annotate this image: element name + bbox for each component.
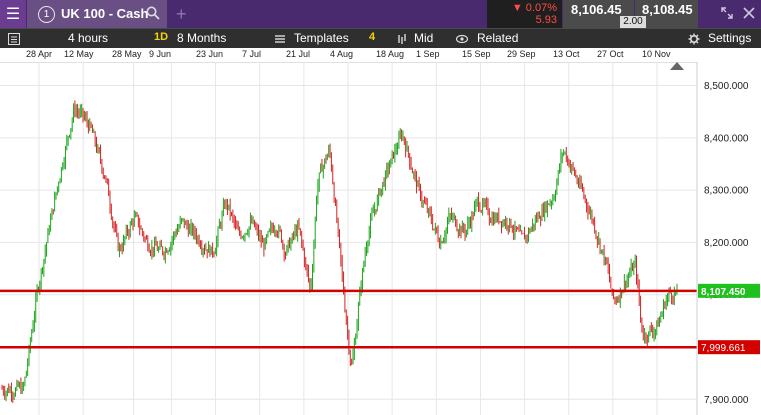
date-tick: 23 Jun	[196, 49, 224, 59]
range-selector[interactable]: 8 Months	[177, 31, 226, 45]
scroll-triangle-icon[interactable]	[670, 62, 684, 70]
date-tick: 9 Jun	[149, 49, 172, 59]
price-tick-label: 8,500.000	[704, 81, 749, 92]
search-icon[interactable]	[146, 6, 160, 20]
spread-badge: 2.00	[620, 16, 646, 28]
date-tick: 12 May	[64, 49, 94, 59]
expand-icon[interactable]	[720, 6, 734, 20]
change-value: 5.93	[535, 14, 557, 26]
level-price-label: 7,999.661	[701, 343, 746, 354]
close-icon[interactable]	[742, 6, 756, 20]
change-percent: ▼ 0.07%	[511, 2, 557, 14]
gear-icon[interactable]	[688, 33, 700, 45]
chart-list-icon[interactable]	[8, 33, 20, 45]
date-tick: 28 Apr	[26, 49, 53, 59]
plus-icon[interactable]: +	[176, 4, 187, 25]
hamburger-menu-icon[interactable]: ☰	[0, 0, 26, 28]
range-badge: 1D	[154, 31, 169, 43]
price-chart[interactable]: 7,900.0008,000.0008,100.0008,200.0008,30…	[0, 62, 761, 415]
chart-toolbar: 4 hours 1D 8 Months Templates 4 Mid Rela…	[0, 28, 761, 49]
date-axis: 28 Apr 12 May 28 May 9 Jun 23 Jun 7 Jul …	[0, 48, 761, 63]
templates-count-badge: 4	[369, 31, 376, 43]
eye-icon[interactable]	[456, 33, 468, 45]
related-button[interactable]: Related	[477, 31, 518, 45]
date-tick: 10 Nov	[642, 49, 671, 59]
date-tick: 13 Oct	[553, 49, 580, 59]
instrument-number: 1	[38, 6, 55, 23]
date-tick: 1 Sep	[416, 49, 440, 59]
price-tick-label: 7,900.000	[704, 395, 749, 406]
date-tick: 15 Sep	[462, 49, 491, 59]
chart-grid	[0, 62, 697, 415]
date-tick: 18 Aug	[376, 49, 405, 59]
price-type-selector[interactable]: Mid	[414, 31, 433, 45]
candlestick-series	[1, 100, 678, 403]
price-tick-label: 8,200.000	[704, 238, 749, 249]
instrument-name[interactable]: UK 100 - Cash	[61, 6, 148, 21]
sell-price: 8,106.45	[571, 2, 622, 17]
date-tick: 4 Aug	[330, 49, 354, 59]
interval-selector[interactable]: 4 hours	[68, 31, 108, 45]
current-price-label: 8,107.450	[701, 287, 746, 298]
date-tick: 7 Jul	[242, 49, 262, 59]
date-tick: 29 Sep	[507, 49, 536, 59]
templates-button[interactable]: Templates	[294, 31, 349, 45]
buy-price: 8,108.45	[642, 2, 693, 17]
top-bar: ☰ 1 UK 100 - Cash + ▼ 0.07% 5.93 8,106.4…	[0, 0, 761, 28]
price-axis: 7,900.0008,000.0008,100.0008,200.0008,30…	[696, 62, 761, 415]
date-tick: 28 May	[112, 49, 142, 59]
settings-button[interactable]: Settings	[708, 31, 751, 45]
price-tick-label: 8,400.000	[704, 133, 749, 144]
date-tick: 27 Oct	[597, 49, 624, 59]
date-tick: 21 Jul	[286, 49, 311, 59]
price-change-box: ▼ 0.07% 5.93	[487, 0, 562, 28]
templates-icon[interactable]	[274, 33, 286, 45]
price-bars-icon[interactable]	[396, 33, 408, 45]
price-tick-label: 8,300.000	[704, 186, 749, 197]
